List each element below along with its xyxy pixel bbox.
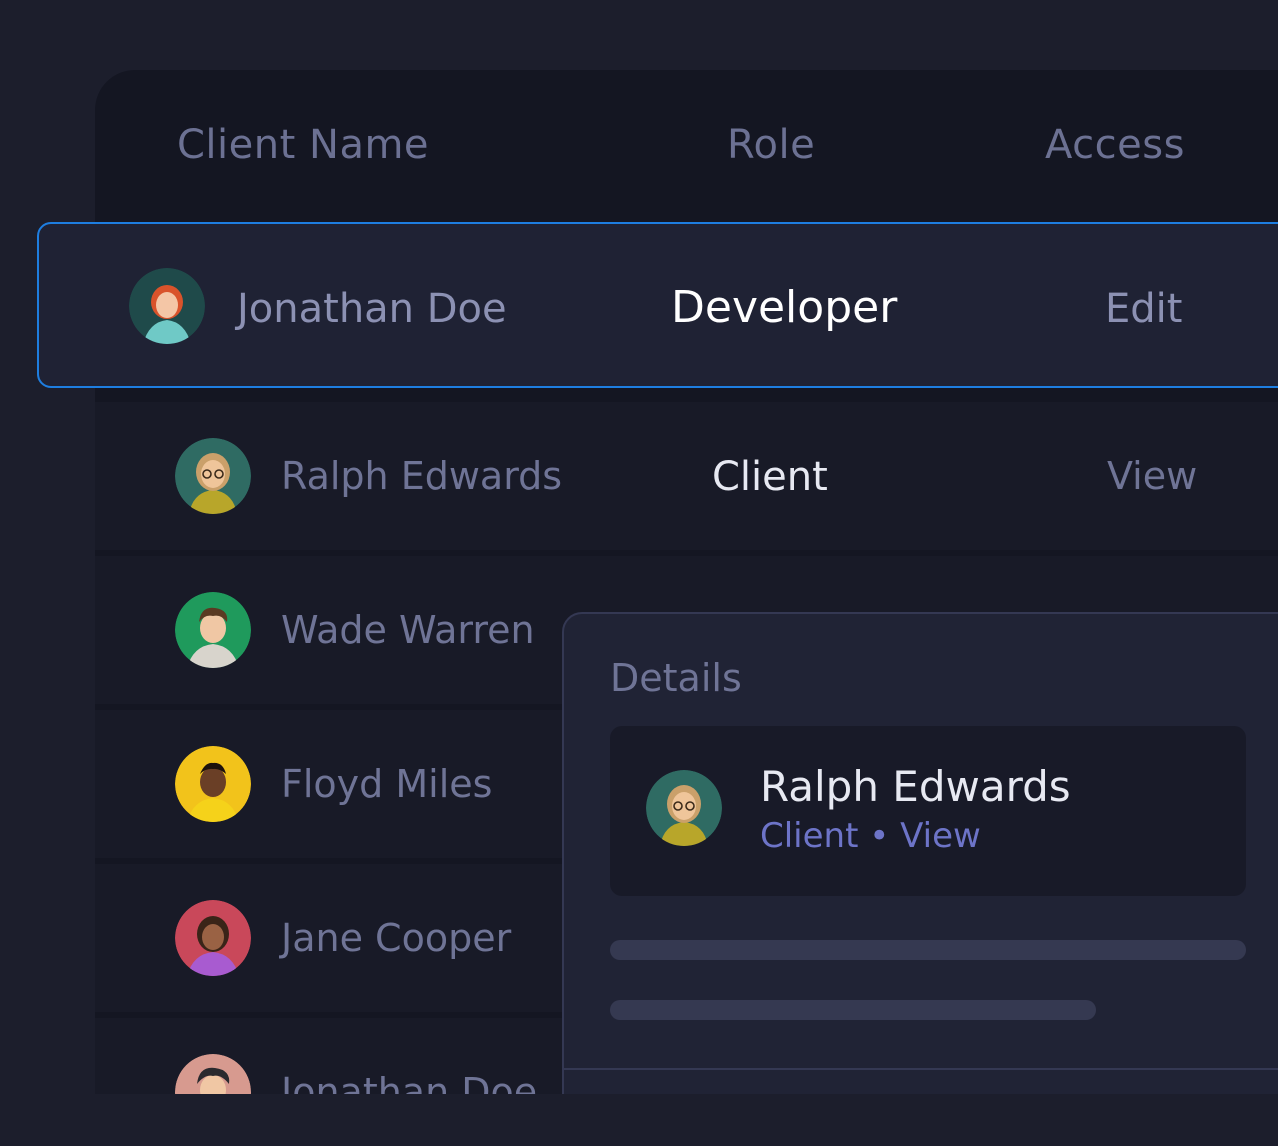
placeholder-line xyxy=(610,1000,1096,1020)
client-name: Jane Cooper xyxy=(281,916,512,960)
client-name: Floyd Miles xyxy=(281,762,493,806)
divider xyxy=(564,1068,1278,1070)
table-header: Client Name Role Access xyxy=(95,70,1278,220)
selected-table-row[interactable]: Jonathan Doe Developer Edit xyxy=(37,222,1278,388)
avatar xyxy=(646,770,722,846)
header-client-name[interactable]: Client Name xyxy=(177,122,429,168)
avatar xyxy=(175,1054,251,1094)
client-name: Ralph Edwards xyxy=(281,454,563,498)
client-access[interactable]: View xyxy=(1107,454,1197,498)
avatar xyxy=(175,746,251,822)
avatar xyxy=(175,438,251,514)
client-role: Developer xyxy=(671,282,898,333)
details-access: View xyxy=(900,816,981,856)
details-client-name: Ralph Edwards xyxy=(760,762,1071,811)
client-name: Jonathan Doe xyxy=(281,1070,538,1094)
client-name: Jonathan Doe xyxy=(237,286,507,332)
bottom-strip xyxy=(0,1094,1278,1146)
details-card: Ralph Edwards Client • View xyxy=(610,726,1246,896)
details-title: Details xyxy=(610,656,742,700)
details-role-access: Client • View xyxy=(760,816,981,856)
avatar xyxy=(129,268,205,344)
details-panel: Details Ralph Edwards Client • View xyxy=(562,612,1278,1132)
avatar xyxy=(175,900,251,976)
client-access[interactable]: Edit xyxy=(1105,286,1182,332)
client-role: Client xyxy=(712,454,828,500)
header-role[interactable]: Role xyxy=(727,122,815,168)
details-role: Client xyxy=(760,816,859,856)
placeholder-line xyxy=(610,940,1246,960)
client-name: Wade Warren xyxy=(281,608,535,652)
avatar xyxy=(175,592,251,668)
header-access[interactable]: Access xyxy=(1045,122,1185,168)
details-separator: • xyxy=(869,816,890,856)
table-row[interactable]: Ralph Edwards Client View xyxy=(95,402,1278,550)
